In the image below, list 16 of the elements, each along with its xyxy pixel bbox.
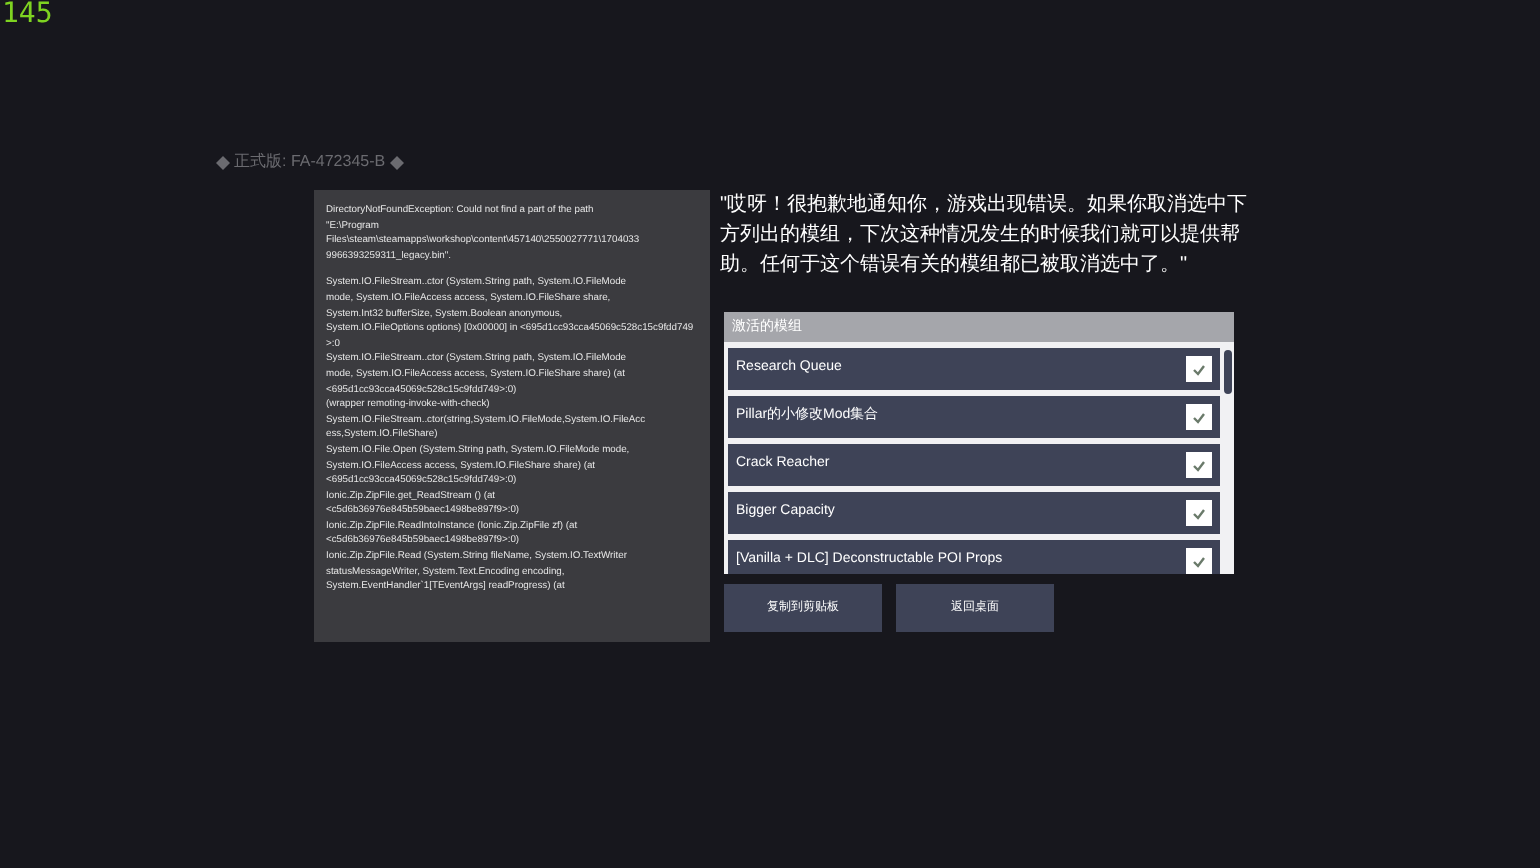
mod-checkbox[interactable] bbox=[1186, 452, 1212, 478]
checkmark-icon bbox=[1192, 459, 1206, 471]
checkmark-icon bbox=[1192, 555, 1206, 567]
mod-checkbox[interactable] bbox=[1186, 548, 1212, 574]
mod-checkbox[interactable] bbox=[1186, 356, 1212, 382]
checkmark-icon bbox=[1192, 363, 1206, 375]
diamond-icon bbox=[389, 155, 404, 169]
scrollbar[interactable] bbox=[1224, 350, 1232, 394]
error-message: "哎呀！很抱歉地通知你，游戏出现错误。如果你取消选中下方列出的模组，下次这种情况发生的时候我们就可以提供帮助。任何于这个错误有关的模组都已被取消选中了。" bbox=[720, 191, 1250, 280]
checkmark-icon bbox=[1192, 411, 1206, 423]
mod-checkbox[interactable] bbox=[1186, 500, 1212, 526]
checkmark-icon bbox=[1192, 507, 1206, 519]
diamond-icon bbox=[216, 155, 230, 169]
version-label: 正式版: FA-472345-B bbox=[234, 152, 386, 172]
mod-checkbox[interactable] bbox=[1186, 404, 1212, 430]
fps-counter: 145 bbox=[2, 0, 53, 30]
